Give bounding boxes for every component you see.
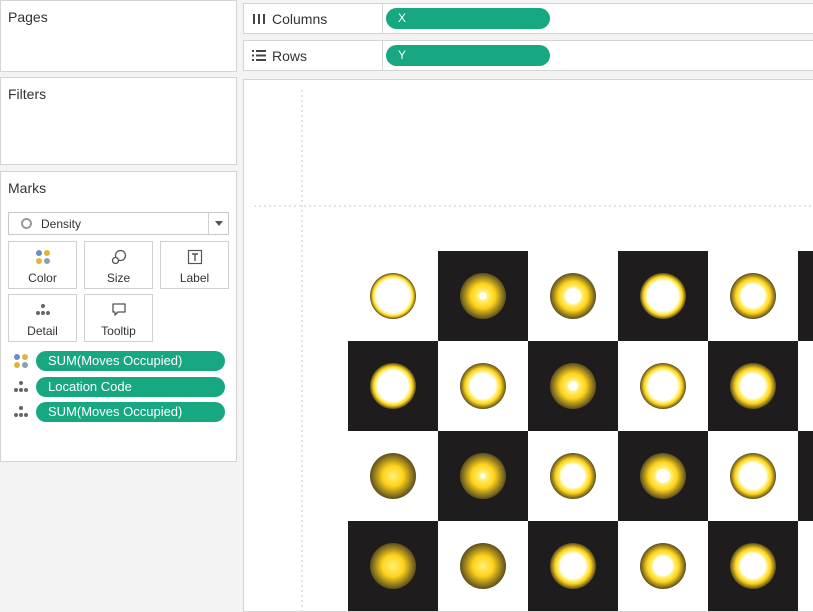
density-mark[interactable] bbox=[460, 273, 506, 319]
density-mark[interactable] bbox=[460, 453, 506, 499]
label-label: Label bbox=[179, 271, 210, 285]
color-label: Color bbox=[28, 271, 57, 285]
density-mark[interactable] bbox=[550, 453, 596, 499]
columns-icon bbox=[252, 12, 266, 25]
tooltip-label: Tooltip bbox=[101, 324, 136, 338]
columns-pill[interactable]: X bbox=[386, 8, 550, 29]
density-mark[interactable] bbox=[550, 363, 596, 409]
rows-pill[interactable]: Y bbox=[386, 45, 550, 66]
pages-title: Pages bbox=[8, 9, 48, 25]
marks-title: Marks bbox=[8, 180, 47, 196]
rows-icon bbox=[252, 49, 266, 62]
density-mark[interactable] bbox=[730, 363, 776, 409]
size-icon bbox=[85, 249, 152, 265]
detail-icon bbox=[13, 404, 31, 420]
density-mark[interactable] bbox=[370, 453, 416, 499]
filters-card[interactable]: Filters bbox=[0, 77, 237, 165]
size-label: Size bbox=[106, 271, 131, 285]
color-dots-icon bbox=[13, 353, 31, 369]
size-button[interactable]: Size bbox=[84, 241, 153, 289]
density-mark[interactable] bbox=[370, 273, 416, 319]
board-cell-dark bbox=[798, 431, 813, 521]
chevron-down-icon[interactable] bbox=[208, 213, 228, 234]
color-dots-icon bbox=[9, 249, 76, 265]
density-mark[interactable] bbox=[730, 453, 776, 499]
density-mark[interactable] bbox=[550, 543, 596, 589]
filters-title: Filters bbox=[8, 86, 47, 102]
density-mark[interactable] bbox=[730, 273, 776, 319]
density-mark[interactable] bbox=[640, 543, 686, 589]
density-mark[interactable] bbox=[370, 363, 416, 409]
density-mark[interactable] bbox=[460, 363, 506, 409]
density-chart bbox=[254, 90, 813, 611]
field-pill[interactable]: SUM(Moves Occupied) bbox=[36, 402, 225, 422]
rows-label: Rows bbox=[272, 48, 308, 64]
tooltip-icon bbox=[85, 302, 152, 318]
label-icon bbox=[161, 249, 228, 265]
density-mark[interactable] bbox=[460, 543, 506, 589]
density-mark[interactable] bbox=[640, 273, 686, 319]
density-mark[interactable] bbox=[640, 363, 686, 409]
field-pill[interactable]: SUM(Moves Occupied) bbox=[36, 351, 225, 371]
mark-type-dropdown[interactable]: Density bbox=[8, 212, 229, 235]
shelf-divider bbox=[382, 4, 383, 33]
density-icon bbox=[21, 218, 32, 229]
density-mark[interactable] bbox=[370, 543, 416, 589]
columns-label: Columns bbox=[272, 11, 328, 27]
shelf-divider bbox=[382, 41, 383, 70]
label-button[interactable]: Label bbox=[160, 241, 229, 289]
detail-button[interactable]: Detail bbox=[8, 294, 77, 342]
pages-card[interactable]: Pages bbox=[0, 0, 237, 72]
density-mark[interactable] bbox=[550, 273, 596, 319]
columns-shelf[interactable]: Columns X bbox=[243, 3, 813, 34]
tooltip-button[interactable]: Tooltip bbox=[84, 294, 153, 342]
field-pill[interactable]: Location Code bbox=[36, 377, 225, 397]
mark-type-label: Density bbox=[41, 217, 82, 231]
view-canvas[interactable] bbox=[243, 79, 813, 612]
rows-shelf[interactable]: Rows Y bbox=[243, 40, 813, 71]
board-cell-dark bbox=[798, 251, 813, 341]
detail-label: Detail bbox=[27, 324, 58, 338]
density-mark[interactable] bbox=[730, 543, 776, 589]
color-button[interactable]: Color bbox=[8, 241, 77, 289]
marks-card: Marks Density Color Size Label Detail To… bbox=[0, 171, 237, 462]
density-mark[interactable] bbox=[640, 453, 686, 499]
detail-icon bbox=[9, 302, 76, 318]
detail-icon bbox=[13, 379, 31, 395]
